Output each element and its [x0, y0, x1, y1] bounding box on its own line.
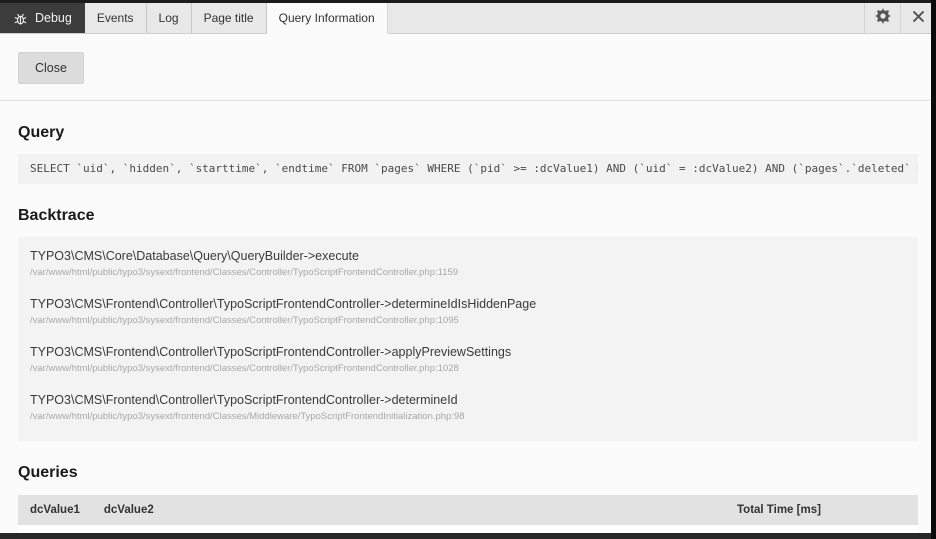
close-button[interactable]: Close — [18, 52, 84, 84]
backtrace-location: /var/www/html/public/typo3/sysext/fronte… — [30, 315, 906, 327]
backtrace-function: TYPO3\CMS\Core\Database\Query\QueryBuild… — [30, 249, 906, 264]
tab-query-information[interactable]: Query Information — [267, 3, 388, 33]
bug-icon — [13, 11, 28, 26]
backtrace-section-title: Backtrace — [18, 207, 918, 225]
gear-icon — [875, 8, 891, 29]
column-header-total-time: Total Time [ms] — [725, 495, 918, 525]
column-header-dcvalue1: dcValue1 — [18, 495, 92, 525]
admin-panel-tab-bar: Debug Events Log Page title Query Inform… — [0, 3, 936, 34]
backtrace-function: TYPO3\CMS\Frontend\Controller\TypoScript… — [30, 297, 906, 312]
backtrace-function: TYPO3\CMS\Frontend\Controller\TypoScript… — [30, 345, 906, 360]
queries-section-title: Queries — [18, 464, 918, 482]
backtrace-entry: TYPO3\CMS\Core\Database\Query\QueryBuild… — [30, 241, 906, 289]
debug-module-label: Debug — [35, 11, 72, 25]
backtrace-list: TYPO3\CMS\Core\Database\Query\QueryBuild… — [18, 237, 918, 441]
section-divider — [0, 100, 936, 101]
tab-log-label: Log — [159, 11, 179, 25]
screen-bottom-edge — [0, 533, 936, 539]
backtrace-entry: TYPO3\CMS\Frontend\Controller\TypoScript… — [30, 385, 906, 433]
backtrace-location: /var/www/html/public/typo3/sysext/fronte… — [30, 267, 906, 279]
backtrace-entry: TYPO3\CMS\Frontend\Controller\TypoScript… — [30, 337, 906, 385]
column-header-dcvalue2: dcValue2 — [92, 495, 725, 525]
sql-query-text: SELECT `uid`, `hidden`, `starttime`, `en… — [18, 154, 918, 184]
tab-page-title[interactable]: Page title — [192, 3, 267, 33]
tab-events-label: Events — [97, 11, 134, 25]
backtrace-entry: TYPO3\CMS\Frontend\Controller\TypoScript… — [30, 289, 906, 337]
tab-log[interactable]: Log — [147, 3, 192, 33]
tab-query-information-label: Query Information — [279, 11, 375, 25]
settings-button[interactable] — [864, 3, 900, 33]
query-section-title: Query — [18, 124, 918, 142]
debug-module-tab[interactable]: Debug — [0, 3, 85, 33]
tab-events[interactable]: Events — [85, 3, 147, 33]
backtrace-location: /var/www/html/public/typo3/sysext/fronte… — [30, 363, 906, 375]
tab-bar-spacer — [388, 3, 864, 33]
backtrace-function: TYPO3\CMS\Frontend\Controller\TypoScript… — [30, 393, 906, 408]
close-icon — [913, 9, 924, 27]
query-information-panel: Close Query SELECT `uid`, `hidden`, `sta… — [0, 34, 936, 539]
backtrace-location: /var/www/html/public/typo3/sysext/fronte… — [30, 411, 906, 423]
tab-page-title-label: Page title — [204, 11, 254, 25]
queries-table-header: dcValue1 dcValue2 Total Time [ms] — [18, 495, 918, 525]
screen-right-edge — [931, 0, 936, 539]
